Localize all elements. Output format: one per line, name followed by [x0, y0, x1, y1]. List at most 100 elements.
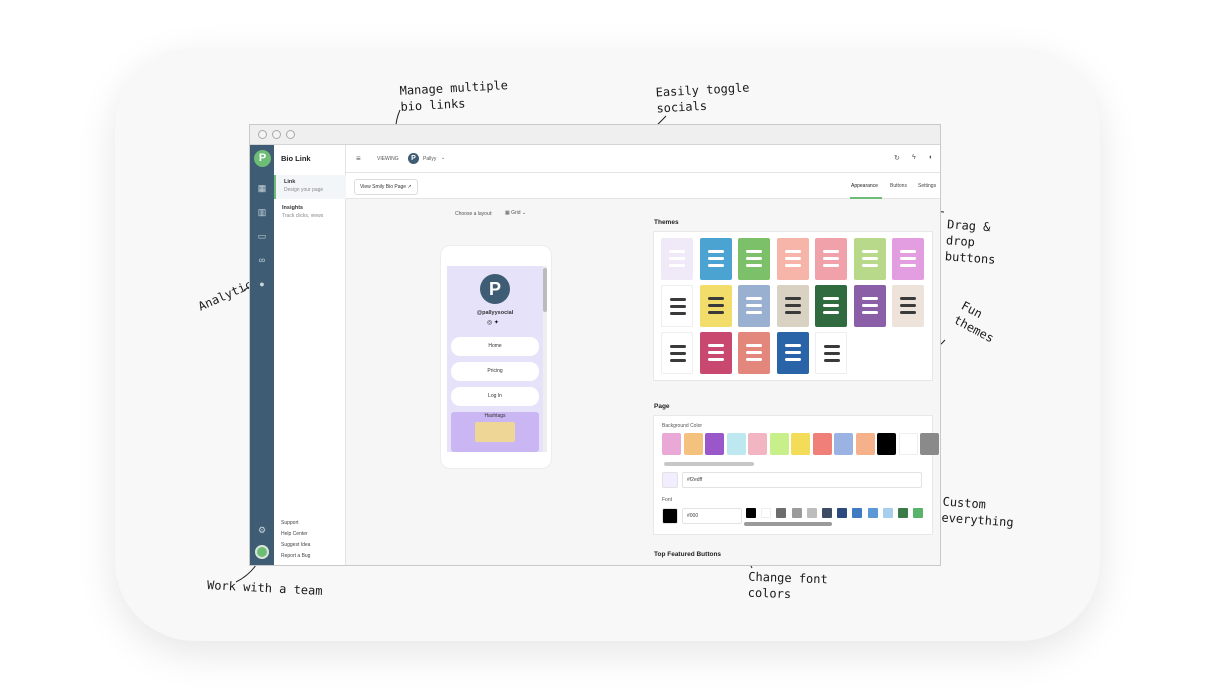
chat-icon[interactable]: ▭	[257, 231, 267, 241]
bg-color-input[interactable]: #f2edff	[682, 472, 922, 488]
team-avatar[interactable]	[255, 545, 269, 559]
background-swatch[interactable]	[726, 433, 746, 455]
theme-option[interactable]	[776, 285, 809, 327]
bell-icon[interactable]: ◐	[929, 154, 933, 161]
view-bio-page-button[interactable]: View Smily Bio Page ↗	[354, 179, 418, 195]
background-swatch[interactable]	[920, 433, 939, 455]
theme-button-preview	[900, 250, 916, 253]
theme-button-preview	[707, 250, 724, 253]
theme-option[interactable]	[853, 285, 886, 327]
themes-panel	[653, 231, 933, 381]
link-icon[interactable]: ∞	[257, 255, 267, 265]
theme-option[interactable]	[776, 238, 809, 280]
font-color-swatch[interactable]	[776, 508, 787, 518]
background-swatch[interactable]	[748, 433, 767, 455]
chevron-down-icon[interactable]: ⌄	[441, 155, 445, 161]
refresh-icon[interactable]: ↻	[894, 154, 900, 162]
tab-appearance[interactable]: Appearance	[851, 183, 878, 189]
theme-button-preview	[784, 351, 801, 354]
swatch-scrollbar[interactable]	[664, 462, 754, 466]
window-maximize-dot[interactable]	[286, 130, 295, 139]
window-minimize-dot[interactable]	[272, 130, 281, 139]
sidebar-item-label: Link	[284, 179, 296, 185]
background-swatch[interactable]	[834, 433, 853, 455]
background-swatch[interactable]	[898, 433, 918, 455]
theme-option[interactable]	[661, 238, 693, 280]
bio-link-button[interactable]: Home	[451, 337, 539, 356]
window-close-dot[interactable]	[258, 130, 267, 139]
theme-button-preview	[707, 351, 724, 354]
font-color-swatch[interactable]	[761, 508, 772, 518]
bio-link-button[interactable]: Pricing	[451, 362, 539, 381]
tab-settings[interactable]: Settings	[918, 183, 936, 189]
font-color-preview[interactable]	[662, 508, 678, 524]
background-color-label: Background Color	[662, 423, 703, 429]
theme-option[interactable]	[661, 332, 693, 374]
background-swatch[interactable]	[683, 433, 703, 455]
social-icons[interactable]: ◎ ✦	[487, 319, 499, 326]
theme-option[interactable]	[815, 238, 847, 280]
theme-option[interactable]	[815, 332, 847, 374]
layout-select[interactable]: ▦ Grid ⌄	[505, 210, 526, 216]
font-color-swatch[interactable]	[806, 508, 817, 518]
font-color-swatch[interactable]	[898, 508, 908, 518]
background-swatch[interactable]	[769, 433, 789, 455]
report-bug-link[interactable]: Report a Bug	[281, 553, 310, 559]
bolt-icon[interactable]: ϟ	[912, 154, 916, 161]
theme-option[interactable]	[892, 238, 924, 280]
theme-option[interactable]	[738, 332, 770, 374]
theme-option[interactable]	[815, 285, 847, 327]
theme-option[interactable]	[699, 238, 732, 280]
font-color-swatch[interactable]	[913, 508, 924, 518]
pallyy-logo-icon[interactable]: P	[254, 150, 271, 167]
bg-color-preview[interactable]	[662, 472, 678, 488]
featured-image[interactable]: Hashtags	[451, 412, 539, 452]
theme-option[interactable]	[699, 285, 732, 327]
theme-button-preview	[861, 297, 878, 300]
twitter-icon[interactable]: ✦	[494, 320, 499, 326]
background-swatch[interactable]	[791, 433, 810, 455]
background-swatch[interactable]	[662, 433, 681, 455]
analytics-icon[interactable]: ▥	[257, 207, 267, 217]
font-color-swatch[interactable]	[746, 508, 756, 518]
instagram-icon[interactable]: ◎	[487, 320, 492, 326]
theme-option[interactable]	[776, 332, 809, 374]
background-swatch[interactable]	[877, 433, 896, 455]
support-link[interactable]: Support	[281, 520, 299, 526]
font-color-swatch[interactable]	[852, 508, 863, 518]
theme-option[interactable]	[661, 285, 693, 327]
theme-button-preview	[900, 264, 916, 267]
font-swatch-scrollbar[interactable]	[744, 522, 832, 526]
account-avatar[interactable]: P	[408, 153, 419, 164]
suggest-idea-link[interactable]: Suggest Idea	[281, 542, 310, 548]
theme-option[interactable]	[738, 285, 770, 327]
background-swatch[interactable]	[855, 433, 875, 455]
background-swatch[interactable]	[812, 433, 832, 455]
help-center-link[interactable]: Help Center	[281, 531, 308, 537]
profile-handle: @pallyysocial	[476, 310, 514, 316]
phone-scroll-thumb[interactable]	[543, 268, 547, 312]
layout-label: Choose a layout:	[455, 211, 493, 217]
menu-icon[interactable]: ≡	[356, 154, 361, 163]
sidebar-item-link[interactable]: Link Design your page	[274, 175, 346, 199]
font-color-swatch[interactable]	[867, 508, 878, 518]
tab-buttons[interactable]: Buttons	[890, 183, 907, 189]
font-color-input[interactable]: #000	[682, 508, 742, 524]
theme-option[interactable]	[738, 238, 770, 280]
bio-link-button[interactable]: Log In	[451, 387, 539, 406]
calendar-icon[interactable]: ▦	[257, 183, 267, 193]
font-color-swatch[interactable]	[837, 508, 848, 518]
gear-icon[interactable]: ⚙	[257, 525, 267, 535]
theme-option[interactable]	[853, 238, 886, 280]
theme-option[interactable]	[699, 332, 732, 374]
sidebar-item-insights[interactable]: Insights Track clicks, views	[274, 201, 346, 225]
font-color-swatch[interactable]	[791, 508, 802, 518]
font-color-swatch[interactable]	[822, 508, 832, 518]
theme-button-preview	[707, 311, 724, 314]
background-swatch[interactable]	[705, 433, 724, 455]
account-switcher[interactable]: Pallyy	[423, 156, 436, 162]
theme-option[interactable]	[892, 285, 924, 327]
font-color-swatch[interactable]	[882, 508, 893, 518]
annotation-toggle-socials: Easily toggle socials	[655, 80, 750, 116]
compass-icon[interactable]: ●	[257, 279, 267, 289]
